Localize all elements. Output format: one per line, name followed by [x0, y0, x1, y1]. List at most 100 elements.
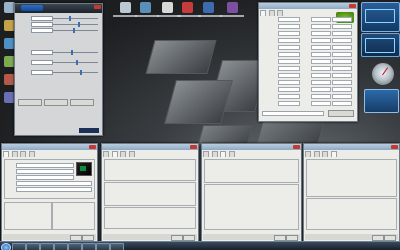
- tab[interactable]: [111, 151, 118, 157]
- tab[interactable]: [305, 151, 311, 157]
- oc-tool-window: [14, 3, 103, 136]
- taskbar-app-icon[interactable]: [26, 243, 40, 250]
- close-icon[interactable]: [89, 145, 96, 149]
- tab[interactable]: [20, 151, 27, 157]
- info-field: [16, 169, 74, 174]
- oc-header: [15, 4, 102, 13]
- usage-graph: [365, 9, 395, 23]
- desktop: [0, 0, 400, 250]
- close-icon[interactable]: [349, 4, 356, 8]
- window-footer: [103, 234, 197, 241]
- cpu-meter-gadget[interactable]: [361, 2, 400, 32]
- gpu-info-label: [261, 17, 276, 20]
- gpu-info-label: [261, 87, 276, 90]
- tab[interactable]: [268, 10, 275, 16]
- gpu-info-label: [261, 59, 276, 62]
- gpu-info-value: [311, 45, 331, 50]
- oc-button[interactable]: [70, 99, 94, 106]
- tab[interactable]: [220, 151, 227, 157]
- desktop-icon[interactable]: [120, 2, 131, 13]
- desktop-icon[interactable]: [227, 2, 238, 13]
- taskbar-app-icon[interactable]: [68, 243, 82, 250]
- taskbar-app-icon[interactable]: [40, 243, 54, 250]
- gpu-info-value: [278, 52, 300, 57]
- tab[interactable]: [28, 151, 35, 157]
- slider-handle[interactable]: [80, 70, 82, 75]
- taskbar-app-icon[interactable]: [54, 243, 68, 250]
- slider-handle[interactable]: [73, 28, 76, 33]
- gadget-gauge-icon[interactable]: [371, 62, 395, 86]
- gpu-info-row: [261, 38, 355, 43]
- oc-button[interactable]: [44, 99, 68, 106]
- start-orb-icon[interactable]: [1, 243, 11, 250]
- tab[interactable]: [3, 151, 9, 157]
- gpuz-button[interactable]: [328, 110, 354, 117]
- gpu-info-value: [311, 87, 331, 92]
- clock-gadget[interactable]: [364, 89, 399, 113]
- close-icon[interactable]: [391, 145, 398, 149]
- desktop-icon[interactable]: [203, 2, 214, 13]
- wallpaper-tile: [164, 80, 233, 124]
- info-field: [16, 175, 74, 180]
- gpu-info-value: [332, 59, 352, 64]
- slider-handle[interactable]: [68, 16, 71, 21]
- slider-handle[interactable]: [71, 50, 73, 55]
- tab[interactable]: [322, 151, 329, 157]
- gpu-info-label: [261, 31, 276, 34]
- oc-button[interactable]: [18, 99, 42, 106]
- gpu-info-value: [311, 80, 331, 85]
- network-gadget[interactable]: [361, 33, 400, 57]
- gpu-info-value: [311, 52, 331, 57]
- close-icon[interactable]: [94, 5, 101, 9]
- slider-handle[interactable]: [77, 22, 80, 27]
- tab[interactable]: [211, 151, 218, 157]
- gpu-info-value: [278, 87, 300, 92]
- taskbar-app-icon[interactable]: [82, 243, 96, 250]
- desktop-icon[interactable]: [182, 2, 193, 13]
- tab[interactable]: [103, 151, 109, 157]
- gpu-info-value: [332, 31, 352, 36]
- gpu-select[interactable]: [262, 111, 324, 116]
- taskbar: [0, 241, 400, 250]
- tab[interactable]: [120, 151, 127, 157]
- taskbar-app-icon[interactable]: [96, 243, 110, 250]
- gpu-info-value: [311, 101, 331, 106]
- taskbar-app-icon[interactable]: [110, 243, 124, 250]
- general-group: [204, 159, 299, 183]
- oc-setting-row: [17, 60, 100, 65]
- gpu-info-value: [332, 87, 352, 92]
- gpu-info-label: [261, 45, 276, 48]
- cache-group: [52, 202, 95, 230]
- gpu-info-value: [311, 31, 331, 36]
- taskbar-app-icon[interactable]: [12, 243, 26, 250]
- cpu-vendor-logo: [76, 162, 92, 176]
- desktop-icon-label: [135, 15, 159, 17]
- tab-bar: [305, 151, 398, 157]
- tab[interactable]: [11, 151, 18, 157]
- desktop-icon[interactable]: [162, 2, 173, 13]
- tab[interactable]: [228, 151, 235, 157]
- tab[interactable]: [313, 151, 320, 157]
- gpu-info-value: [332, 101, 352, 106]
- title-bar: [259, 3, 357, 9]
- tab[interactable]: [203, 151, 209, 157]
- gpu-info-row: [261, 45, 355, 50]
- gpu-info-row: [261, 66, 355, 71]
- oc-setting-row: [17, 50, 100, 55]
- tab[interactable]: [277, 10, 284, 16]
- tab[interactable]: [260, 10, 266, 16]
- gpu-info-value: [278, 59, 300, 64]
- tab[interactable]: [128, 151, 135, 157]
- close-icon[interactable]: [293, 145, 300, 149]
- gpu-info-value: [278, 66, 300, 71]
- desktop-icon[interactable]: [140, 2, 151, 13]
- title-bar: [304, 144, 399, 150]
- clocks-group: [4, 202, 52, 230]
- slider-handle[interactable]: [75, 60, 78, 65]
- oc-setting-row: [17, 16, 100, 21]
- usage-graph: [365, 38, 395, 53]
- gpu-info-value: [311, 17, 331, 22]
- tab[interactable]: [330, 151, 337, 157]
- oc-setting-row: [17, 70, 100, 75]
- close-icon[interactable]: [190, 145, 197, 149]
